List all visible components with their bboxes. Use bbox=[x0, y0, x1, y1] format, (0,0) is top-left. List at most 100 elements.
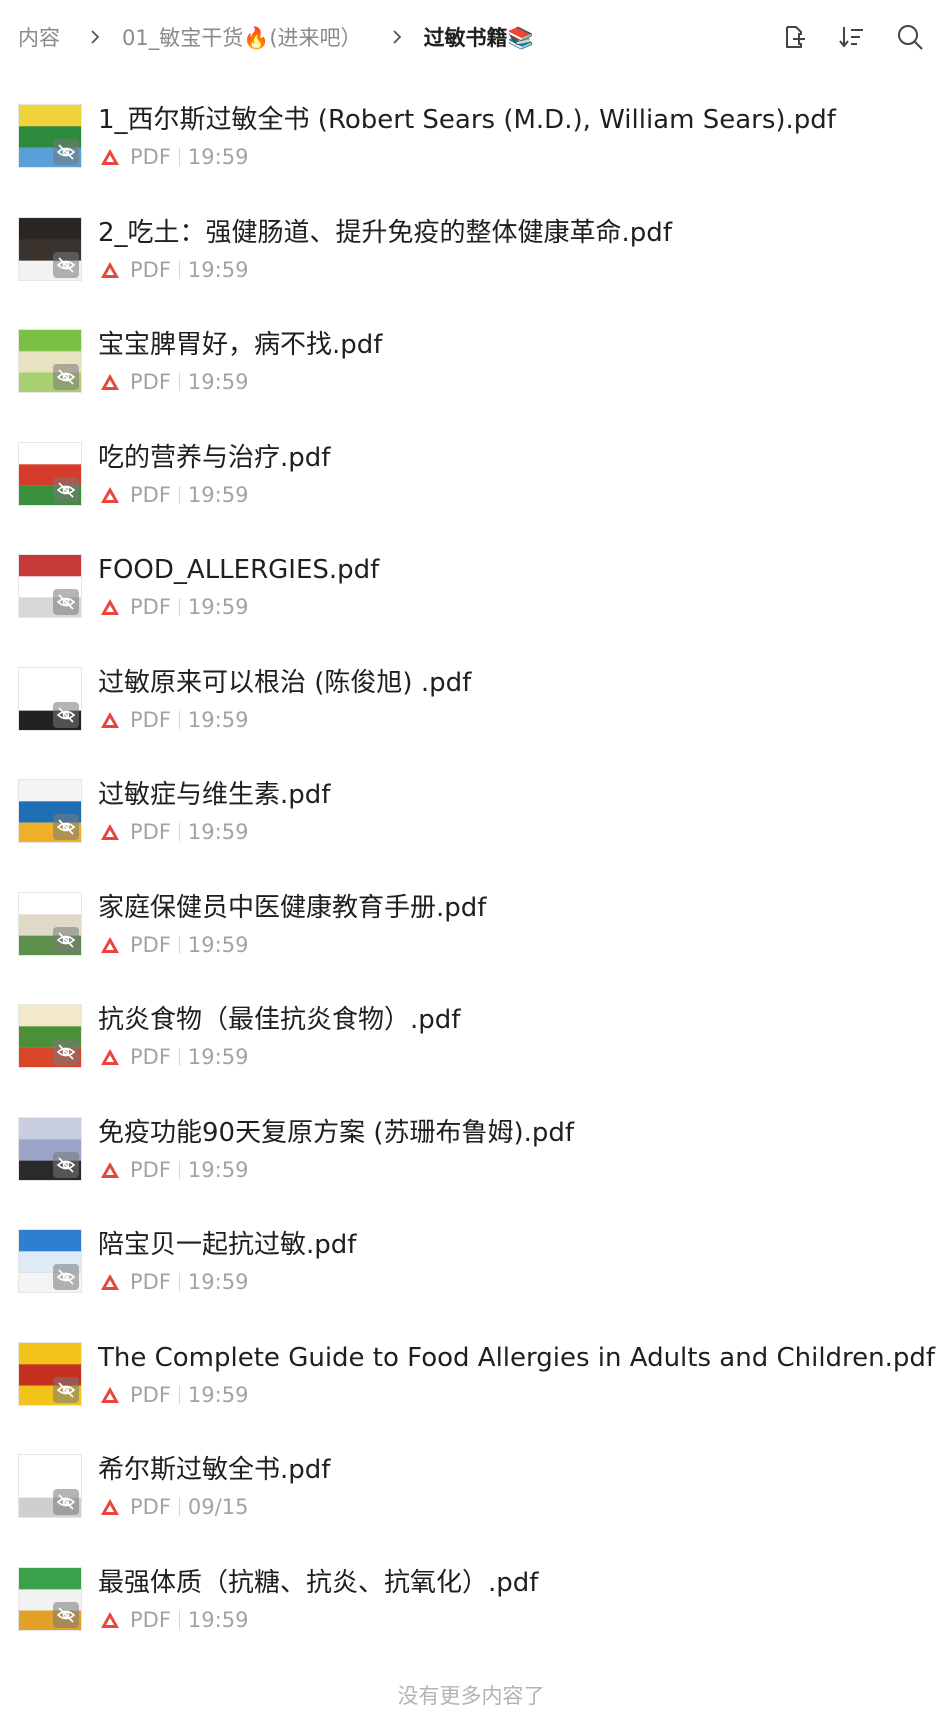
file-type-label: PDF bbox=[130, 707, 171, 732]
file-type-label: PDF bbox=[130, 1270, 171, 1294]
file-list-item[interactable]: 1_西尔斯过敏全书 (Robert Sears (M.D.), William … bbox=[0, 82, 942, 195]
file-thumbnail bbox=[18, 329, 82, 393]
file-list-item[interactable]: 过敏症与维生素.pdf PDF 19:59 bbox=[0, 757, 942, 870]
file-meta: PDF 19:59 bbox=[100, 1383, 248, 1407]
pdf-icon bbox=[101, 824, 119, 840]
file-meta: PDF 19:59 bbox=[100, 370, 248, 394]
eye-off-icon bbox=[53, 589, 79, 615]
eye-off-icon bbox=[53, 1151, 79, 1178]
meta-divider bbox=[178, 1498, 180, 1516]
pdf-icon bbox=[101, 486, 119, 503]
file-type-label: PDF bbox=[130, 1045, 171, 1069]
file-thumbnail bbox=[18, 779, 82, 843]
meta-divider bbox=[178, 1048, 180, 1066]
meta-divider bbox=[178, 598, 180, 616]
file-list-item[interactable]: 2_吃土：强健肠道、提升免疫的整体健康革命.pdf PDF 19:59 bbox=[0, 195, 942, 308]
pdf-icon bbox=[101, 149, 119, 165]
file-meta: PDF 09/15 bbox=[100, 1495, 248, 1519]
pdf-icon bbox=[101, 1049, 119, 1065]
eye-off-icon bbox=[53, 476, 79, 503]
file-list-item[interactable]: 免疫功能90天复原方案 (苏珊布鲁姆).pdf PDF 19:59 bbox=[0, 1095, 942, 1208]
pdf-icon bbox=[101, 1274, 119, 1290]
file-name: 过敏原来可以根治 (陈俊旭) .pdf bbox=[98, 667, 472, 698]
file-list-item[interactable]: FOOD_ALLERGIES.pdf PDF 19:59 bbox=[0, 532, 942, 645]
file-list-item[interactable]: 最强体质（抗糖、抗炎、抗氧化）.pdf PDF 19:59 bbox=[0, 1545, 942, 1658]
eye-off-icon bbox=[53, 926, 79, 953]
pdf-icon bbox=[101, 1611, 119, 1628]
file-time: 19:59 bbox=[187, 145, 249, 169]
file-name: 抗炎食物（最佳抗炎食物）.pdf bbox=[98, 1005, 461, 1035]
new-folder-icon[interactable] bbox=[780, 23, 808, 51]
file-thumbnail bbox=[18, 1116, 82, 1181]
file-name: 家庭保健员中医健康教育手册.pdf bbox=[98, 892, 487, 923]
file-type-label: PDF bbox=[130, 257, 171, 282]
file-list-item[interactable]: 吃的营养与治疗.pdf PDF 19:59 bbox=[0, 420, 942, 533]
breadcrumb-current: 过敏书籍📚 bbox=[423, 26, 534, 50]
file-name: 1_西尔斯过敏全书 (Robert Sears (M.D.), William … bbox=[98, 105, 836, 135]
file-time: 09/15 bbox=[187, 1495, 249, 1519]
file-time: 19:59 bbox=[187, 1382, 249, 1407]
file-list-item[interactable]: The Complete Guide to Food Allergies in … bbox=[0, 1320, 942, 1433]
breadcrumb-root[interactable]: 内容 bbox=[18, 22, 60, 52]
breadcrumb-folder[interactable]: 01_敏宝干货🔥(进来吧） bbox=[122, 22, 362, 52]
eye-off-icon bbox=[53, 1601, 79, 1628]
file-time: 19:59 bbox=[187, 257, 249, 282]
pdf-icon bbox=[101, 1386, 119, 1403]
meta-divider bbox=[178, 823, 180, 841]
file-thumbnail bbox=[18, 1341, 82, 1406]
eye-off-icon bbox=[53, 1376, 79, 1403]
chevron-right-icon bbox=[88, 30, 102, 44]
pdf-icon bbox=[101, 261, 119, 278]
sort-icon[interactable] bbox=[838, 23, 866, 51]
file-type-label: PDF bbox=[130, 595, 171, 619]
search-icon[interactable] bbox=[896, 23, 924, 51]
meta-divider bbox=[178, 1385, 180, 1404]
file-meta: PDF 19:59 bbox=[100, 933, 248, 957]
file-thumbnail bbox=[18, 891, 82, 956]
file-meta: PDF 19:59 bbox=[100, 1045, 248, 1069]
file-meta: PDF 19:59 bbox=[100, 1270, 248, 1294]
file-thumbnail bbox=[18, 1004, 82, 1068]
eye-off-icon bbox=[53, 1489, 79, 1515]
file-name: The Complete Guide to Food Allergies in … bbox=[98, 1342, 936, 1373]
file-type-label: PDF bbox=[130, 1382, 171, 1407]
file-type-label: PDF bbox=[130, 482, 171, 507]
file-type-label: PDF bbox=[130, 370, 171, 394]
pdf-icon bbox=[101, 374, 119, 390]
file-list-item[interactable]: 宝宝脾胃好，病不找.pdf PDF 19:59 bbox=[0, 307, 942, 420]
file-meta: PDF 19:59 bbox=[100, 820, 248, 844]
file-name: 希尔斯过敏全书.pdf bbox=[98, 1455, 331, 1485]
file-type-label: PDF bbox=[130, 1157, 171, 1182]
file-list-item[interactable]: 希尔斯过敏全书.pdf PDF 09/15 bbox=[0, 1432, 942, 1545]
file-time: 19:59 bbox=[187, 595, 249, 619]
pdf-icon bbox=[101, 1499, 119, 1515]
file-meta: PDF 19:59 bbox=[100, 145, 248, 169]
file-list-item[interactable]: 过敏原来可以根治 (陈俊旭) .pdf PDF 19:59 bbox=[0, 645, 942, 758]
meta-divider bbox=[178, 260, 180, 279]
file-thumbnail bbox=[18, 666, 82, 731]
file-name: FOOD_ALLERGIES.pdf bbox=[98, 555, 380, 585]
file-name: 陪宝贝一起抗过敏.pdf bbox=[98, 1230, 357, 1260]
file-thumbnail bbox=[18, 1454, 82, 1518]
toolbar bbox=[780, 23, 924, 51]
file-list-item[interactable]: 家庭保健员中医健康教育手册.pdf PDF 19:59 bbox=[0, 870, 942, 983]
file-meta: PDF 19:59 bbox=[100, 595, 248, 619]
eye-off-icon bbox=[53, 814, 79, 840]
chevron-right-icon bbox=[390, 30, 404, 44]
file-meta: PDF 19:59 bbox=[100, 1158, 248, 1182]
file-list-item[interactable]: 抗炎食物（最佳抗炎食物）.pdf PDF 19:59 bbox=[0, 982, 942, 1095]
file-thumbnail bbox=[18, 554, 82, 618]
file-time: 19:59 bbox=[187, 820, 249, 844]
meta-divider bbox=[178, 710, 180, 729]
file-list-item[interactable]: 陪宝贝一起抗过敏.pdf PDF 19:59 bbox=[0, 1207, 942, 1320]
file-type-label: PDF bbox=[130, 145, 171, 169]
file-name: 宝宝脾胃好，病不找.pdf bbox=[98, 330, 383, 360]
file-time: 19:59 bbox=[187, 1157, 249, 1182]
file-time: 19:59 bbox=[187, 1270, 249, 1294]
eye-off-icon bbox=[53, 1039, 79, 1065]
file-time: 19:59 bbox=[187, 932, 249, 957]
file-time: 19:59 bbox=[187, 370, 249, 394]
meta-divider bbox=[178, 1273, 180, 1291]
file-type-label: PDF bbox=[130, 1607, 171, 1632]
pdf-icon bbox=[101, 711, 119, 728]
